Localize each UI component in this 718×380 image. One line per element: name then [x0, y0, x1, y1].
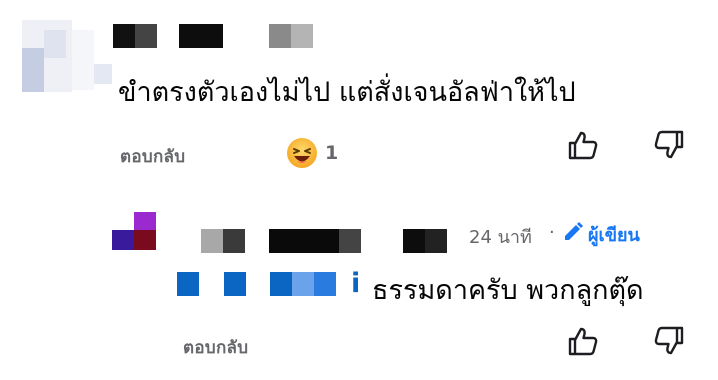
like-button-1[interactable]: [566, 128, 600, 162]
thumbs-down-icon: [652, 326, 686, 362]
pencil-icon: [562, 221, 584, 243]
author-badge-label: ผู้เขียน: [588, 225, 640, 246]
thumbs-down-icon: [652, 130, 686, 166]
reaction-count-1: 1: [325, 142, 339, 164]
thumbs-up-icon: [566, 327, 600, 362]
like-button-2[interactable]: [566, 324, 600, 358]
author-name-2[interactable]: [201, 229, 451, 253]
mention-tag[interactable]: i: [177, 268, 367, 299]
thumbs-up-icon: [566, 131, 600, 166]
reply-button-1[interactable]: ตอบกลับ: [120, 143, 185, 170]
reply-button-2[interactable]: ตอบกลับ: [183, 334, 248, 361]
dislike-button-2[interactable]: [652, 324, 686, 358]
dislike-button-1[interactable]: [652, 128, 686, 162]
separator-dot: ·: [549, 222, 555, 243]
laughing-emoji-icon: [286, 137, 318, 169]
timestamp[interactable]: 24 นาที: [469, 222, 532, 251]
comment-text-1: ขำตรงตัวเองไม่ไป แต่สั่งเจนอัลฟ่าให้ไป: [118, 77, 576, 108]
comment-text-2: ธรรมดาครับ พวกลูกตุ๊ด: [372, 275, 644, 306]
avatar-2[interactable]: [112, 212, 158, 252]
author-name-1[interactable]: [113, 24, 323, 48]
mention-tail: i: [351, 268, 361, 299]
avatar-1[interactable]: [22, 20, 112, 92]
